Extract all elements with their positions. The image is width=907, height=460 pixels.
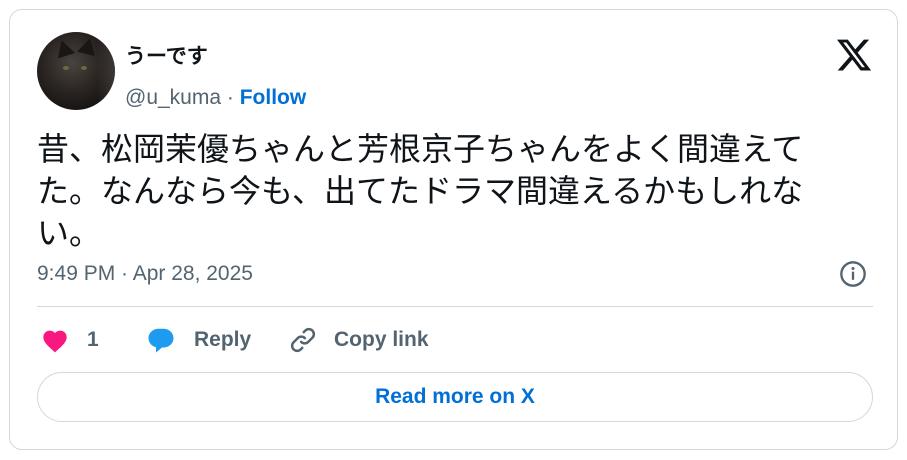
reply-button[interactable]: Reply xyxy=(146,324,251,356)
like-button[interactable]: 1 xyxy=(41,324,99,356)
author-handle-row: @u_kuma · Follow xyxy=(125,86,306,110)
avatar-cat-eye xyxy=(81,66,87,70)
follow-link[interactable]: Follow xyxy=(240,86,307,109)
author-display-name[interactable]: うーです xyxy=(125,40,208,70)
tweet-text: 昔、松岡茉優ちゃんと芳根京子ちゃんをよく間違えてた。なんなら今も、出てたドラマ間… xyxy=(37,131,804,251)
tweet-timestamp[interactable]: 9:49 PM · Apr 28, 2025 xyxy=(37,262,253,286)
link-icon xyxy=(290,327,316,353)
heart-icon xyxy=(43,330,67,353)
avatar-cat-eye xyxy=(63,66,69,70)
speech-bubble-icon xyxy=(148,328,174,353)
divider xyxy=(37,306,873,307)
avatar-background xyxy=(97,32,115,110)
copy-link-label: Copy link xyxy=(334,328,429,351)
tweet-card: うーです @u_kuma · Follow 昔、松岡茉優ちゃんと芳根京子ちゃんを… xyxy=(9,9,898,450)
avatar-cat-ear xyxy=(52,37,76,59)
copy-link-button[interactable]: Copy link xyxy=(288,324,429,356)
x-logo-icon[interactable] xyxy=(835,36,873,74)
like-count: 1 xyxy=(87,328,99,351)
reply-label: Reply xyxy=(194,328,252,351)
handle-separator: · xyxy=(221,86,240,109)
read-more-button[interactable]: Read more on X xyxy=(37,372,873,422)
author-handle[interactable]: @u_kuma xyxy=(125,86,221,109)
avatar[interactable] xyxy=(37,32,115,110)
avatar-cat-ear xyxy=(77,36,99,56)
info-icon[interactable] xyxy=(839,260,867,288)
